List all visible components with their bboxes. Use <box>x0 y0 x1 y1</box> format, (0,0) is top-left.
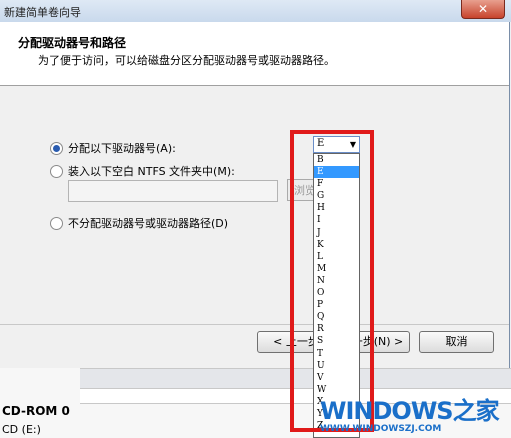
cancel-button[interactable]: 取消 <box>419 331 494 353</box>
cdrom-label: CD-ROM 0 <box>2 404 70 418</box>
no-assign-option[interactable]: 不分配驱动器号或驱动器路径(D) <box>50 215 228 231</box>
cdrom-sub-label: CD (E:) <box>2 423 41 436</box>
page-title: 分配驱动器号和路径 <box>18 36 127 50</box>
assign-letter-label: 分配以下驱动器号(A): <box>68 142 176 155</box>
title-bar: 新建简单卷向导 ✕ <box>0 0 511 22</box>
assign-letter-option[interactable]: 分配以下驱动器号(A): <box>50 140 176 156</box>
close-button[interactable]: ✕ <box>461 0 505 19</box>
wizard-header: 分配驱动器号和路径 为了便于访问，可以给磁盘分区分配驱动器号或驱动器路径。 <box>0 22 509 86</box>
mount-folder-label: 装入以下空白 NTFS 文件夹中(M): <box>68 165 235 178</box>
footer-divider <box>0 324 509 325</box>
mount-folder-radio[interactable] <box>50 164 63 178</box>
highlight-annotation-box <box>290 130 374 432</box>
watermark-url: WWW.WINDOWSZJ.COM <box>320 424 442 434</box>
assign-letter-radio[interactable] <box>50 141 63 155</box>
no-assign-label: 不分配驱动器号或驱动器路径(D) <box>68 217 229 230</box>
wizard-dialog: 分配驱动器号和路径 为了便于访问，可以给磁盘分区分配驱动器号或驱动器路径。 分配… <box>0 22 510 368</box>
no-assign-radio[interactable] <box>50 216 63 230</box>
watermark-logo: WINDOWS之家 <box>320 397 500 425</box>
page-description: 为了便于访问，可以给磁盘分区分配驱动器号或驱动器路径。 <box>38 54 335 67</box>
mount-path-input[interactable] <box>68 180 278 202</box>
close-icon: ✕ <box>477 2 489 16</box>
mount-folder-option[interactable]: 装入以下空白 NTFS 文件夹中(M): <box>50 163 235 179</box>
window-title: 新建简单卷向导 <box>4 6 81 19</box>
